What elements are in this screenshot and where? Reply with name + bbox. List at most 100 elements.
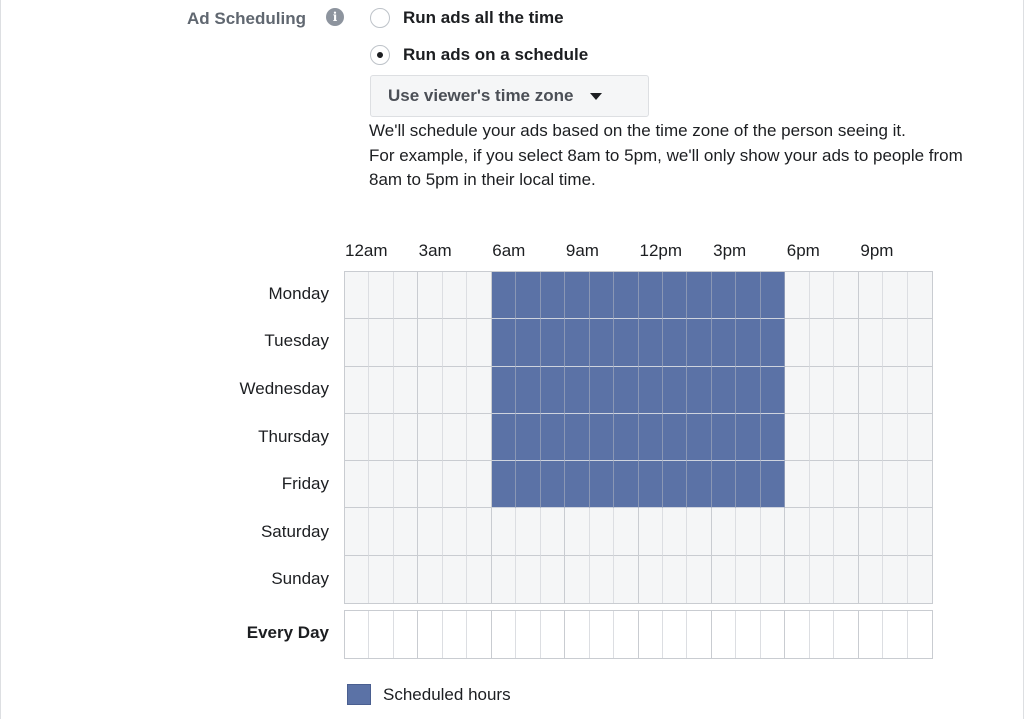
hour-cell[interactable] [687,366,712,414]
hour-cell[interactable] [467,366,492,414]
every-day-hour-cell[interactable] [540,611,566,658]
hour-cell[interactable] [565,461,590,509]
hour-cell[interactable] [736,272,761,320]
hour-cell[interactable] [516,555,541,603]
hour-cell[interactable] [540,555,566,603]
hour-cell[interactable] [614,366,639,414]
hour-cell[interactable] [516,461,541,509]
hour-cell[interactable] [809,555,835,603]
hour-cell[interactable] [418,461,443,509]
hour-cell[interactable] [516,366,541,414]
hour-cell[interactable] [785,413,810,462]
hour-cell[interactable] [418,319,443,367]
hour-cell[interactable] [589,413,615,462]
hour-cell[interactable] [883,461,908,509]
hour-cell[interactable] [345,413,370,462]
hour-cell[interactable] [369,366,394,414]
hour-cell[interactable] [883,555,908,603]
radio-button-selected[interactable] [370,45,390,65]
hour-cell[interactable] [540,508,566,556]
hour-cell[interactable] [785,508,810,556]
hour-cell[interactable] [418,508,443,556]
radio-button-unselected[interactable] [370,8,390,28]
hour-cell[interactable] [687,508,712,556]
hour-cell[interactable] [491,366,517,414]
hour-cell[interactable] [858,413,884,462]
hour-cell[interactable] [442,555,468,603]
hour-cell[interactable] [858,319,884,367]
hour-cell[interactable] [467,319,492,367]
hour-cell[interactable] [907,413,932,462]
hour-cell[interactable] [369,272,394,320]
hour-cell[interactable] [589,366,615,414]
hour-cell[interactable] [345,555,370,603]
every-day-hour-cell[interactable] [393,611,419,658]
hour-cell[interactable] [907,461,932,509]
hour-cell[interactable] [393,555,419,603]
hour-cell[interactable] [638,319,663,367]
hour-cell[interactable] [345,461,370,509]
hour-cell[interactable] [907,366,932,414]
hour-cell[interactable] [516,272,541,320]
hour-cell[interactable] [540,272,566,320]
every-day-hour-cell[interactable] [418,611,443,658]
hour-cell[interactable] [834,461,859,509]
hour-cell[interactable] [345,272,370,320]
hour-cell[interactable] [711,555,737,603]
hour-cell[interactable] [711,272,737,320]
every-day-hour-cell[interactable] [809,611,835,658]
hour-cell[interactable] [442,413,468,462]
hour-cell[interactable] [834,413,859,462]
hour-cell[interactable] [834,319,859,367]
hour-cell[interactable] [662,413,688,462]
hour-cell[interactable] [858,508,884,556]
hour-cell[interactable] [491,461,517,509]
hour-cell[interactable] [393,319,419,367]
hour-cell[interactable] [491,413,517,462]
hour-cell[interactable] [638,508,663,556]
hour-cell[interactable] [516,508,541,556]
hour-cell[interactable] [540,366,566,414]
hour-cell[interactable] [565,413,590,462]
hour-cell[interactable] [687,461,712,509]
hour-cell[interactable] [589,555,615,603]
every-day-hour-cell[interactable] [614,611,639,658]
hour-cell[interactable] [760,413,786,462]
hour-cell[interactable] [907,508,932,556]
hour-cell[interactable] [736,413,761,462]
hour-cell[interactable] [565,319,590,367]
hour-cell[interactable] [662,272,688,320]
hour-cell[interactable] [614,413,639,462]
every-day-hour-cell[interactable] [736,611,761,658]
every-day-hour-cell[interactable] [565,611,590,658]
hour-cell[interactable] [760,508,786,556]
hour-cell[interactable] [711,413,737,462]
hour-cell[interactable] [565,272,590,320]
hour-cell[interactable] [785,272,810,320]
hour-cell[interactable] [809,461,835,509]
hour-cell[interactable] [614,508,639,556]
hour-cell[interactable] [834,555,859,603]
hour-cell[interactable] [565,555,590,603]
hour-cell[interactable] [393,366,419,414]
hour-cell[interactable] [662,461,688,509]
hour-cell[interactable] [565,508,590,556]
hour-cell[interactable] [711,319,737,367]
hour-cell[interactable] [687,555,712,603]
hour-cell[interactable] [589,319,615,367]
every-day-hour-cell[interactable] [516,611,541,658]
every-day-hour-cell[interactable] [834,611,859,658]
hour-cell[interactable] [467,461,492,509]
hour-cell[interactable] [345,319,370,367]
hour-cell[interactable] [491,272,517,320]
hour-cell[interactable] [565,366,590,414]
every-day-hour-cell[interactable] [442,611,468,658]
hour-cell[interactable] [809,272,835,320]
radio-run-all-time[interactable]: Run ads all the time [370,8,564,28]
hour-cell[interactable] [393,413,419,462]
hour-cell[interactable] [638,413,663,462]
every-day-hour-cell[interactable] [491,611,517,658]
hour-cell[interactable] [907,272,932,320]
hour-cell[interactable] [369,555,394,603]
hour-cell[interactable] [638,272,663,320]
